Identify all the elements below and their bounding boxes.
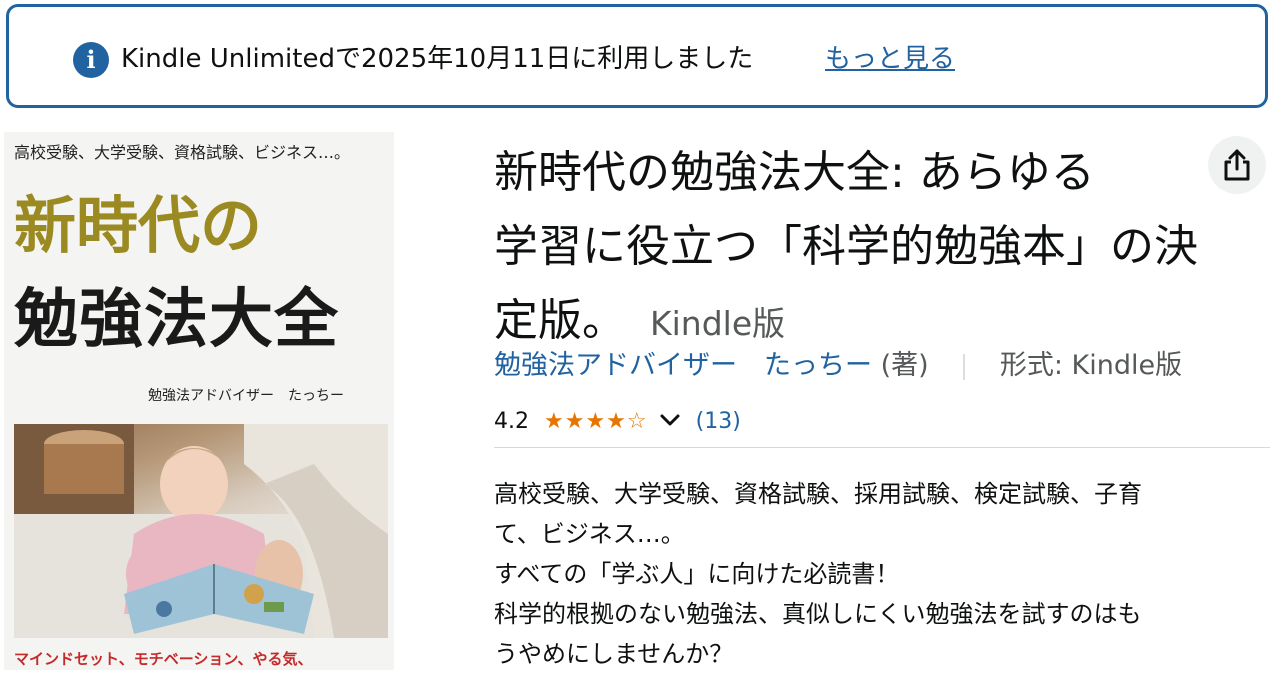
share-button[interactable] [1208, 136, 1266, 194]
product-title-line: 新時代の勉強法大全: あらゆる [494, 147, 1095, 198]
rating-dropdown-button[interactable] [659, 404, 681, 440]
cover-tagline: 高校受験、大学受験、資格試験、ビジネス…。 [14, 143, 351, 162]
star-rating[interactable]: ★★★★☆ [544, 409, 648, 434]
description-line: て、ビジネス…。 [494, 520, 685, 548]
share-icon [1224, 149, 1250, 181]
notice-text: Kindle Unlimitedで2025年10月11日に利用しました [121, 44, 754, 74]
product-title-line-text: 定版。 [494, 295, 626, 346]
cover-author: 勉強法アドバイザー たっちー [148, 388, 344, 404]
author-link[interactable]: 勉強法アドバイザー たっちー [494, 350, 872, 381]
info-icon: i [73, 42, 109, 78]
byline-divider [963, 353, 966, 380]
description-line: 科学的根拠のない勉強法、真似しにくい勉強法を試すのはも [494, 600, 1142, 628]
cover-title-line2: 勉強法大全 [14, 282, 339, 357]
book-cover-image[interactable]: 高校受験、大学受験、資格試験、ビジネス…。 新時代の 勉強法大全 勉強法アドバイ… [4, 132, 394, 670]
product-title-line: 学習に役立つ「科学的勉強本」の決 [494, 221, 1198, 272]
description-line: 高校受験、大学受験、資格試験、採用試験、検定試験、子育 [494, 480, 1142, 508]
product-description: 高校受験、大学受験、資格試験、採用試験、検定試験、子育 て、ビジネス…。 すべて… [494, 474, 1264, 674]
format-label: 形式: Kindle版 [999, 350, 1183, 381]
format-inline-label: Kindle版 [650, 304, 786, 343]
see-more-link[interactable]: もっと見る [825, 39, 955, 79]
product-title: 新時代の勉強法大全: あらゆる 学習に役立つ「科学的勉強本」の決 定版。 Kind… [494, 136, 1274, 361]
cover-photo-baby-reading [14, 424, 388, 638]
chevron-down-icon [660, 414, 680, 426]
rating-count-link[interactable]: (13) [696, 409, 741, 434]
kindle-unlimited-notice: i Kindle Unlimitedで2025年10月11日に利用しました もっ… [6, 4, 1268, 108]
section-divider [494, 447, 1270, 448]
byline: 勉強法アドバイザー たっちー (著) 形式: Kindle版 [494, 344, 1182, 388]
rating-value: 4.2 [494, 409, 529, 434]
cover-bottom-text: マインドセット、モチベーション、やる気、 [14, 650, 313, 668]
rating-row: 4.2 ★★★★☆ (13) [494, 404, 741, 440]
description-line: うやめにしませんか？ [494, 640, 734, 668]
cover-title-line1: 新時代の [14, 189, 263, 262]
description-line: すべての「学ぶ人」に向けた必読書！ [494, 560, 900, 588]
author-role: (著) [880, 350, 929, 381]
